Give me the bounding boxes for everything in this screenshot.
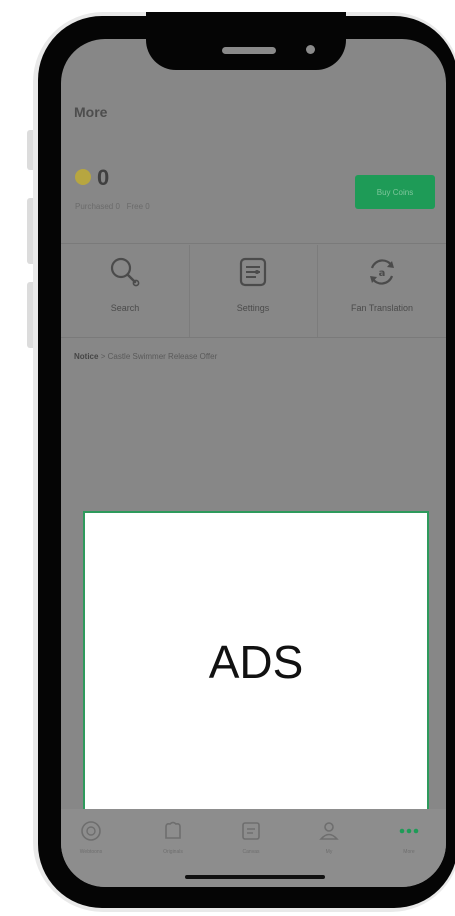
canvas-icon xyxy=(242,822,260,840)
notice-text: Castle Swimmer Release Offer xyxy=(107,352,218,361)
page-title: More xyxy=(74,104,108,120)
buy-coins-button[interactable]: Buy Coins xyxy=(355,175,435,209)
originals-icon xyxy=(165,821,181,839)
tool-label: Search xyxy=(110,303,140,313)
tab-label: My xyxy=(325,849,333,855)
front-camera xyxy=(306,45,315,54)
coin-icon xyxy=(75,169,91,185)
notice-bar[interactable]: Notice > Castle Swimmer Release Offer xyxy=(74,352,217,361)
webtoons-icon xyxy=(81,821,101,841)
purchased-coins-label: Purchased 0 xyxy=(75,202,120,211)
notice-label: Notice xyxy=(74,352,99,361)
tab-canvas[interactable]: Canvas xyxy=(221,819,281,855)
tab-webtoons[interactable]: Webtoons xyxy=(61,819,121,855)
more-dots-icon xyxy=(399,828,419,834)
coin-count: 0 xyxy=(97,165,110,190)
tool-settings[interactable]: Settings xyxy=(189,251,317,335)
profile-icon xyxy=(319,822,339,840)
divider xyxy=(61,337,446,338)
tab-label: More xyxy=(403,849,415,855)
chevron-right-icon: > xyxy=(100,352,106,361)
tool-label: Settings xyxy=(236,303,270,313)
coin-breakdown: Purchased 0 Free 0 xyxy=(75,202,150,211)
phone-screen: More 0 Purchased 0 Free 0 Buy Coins Sear… xyxy=(61,39,446,887)
free-coins-label: Free 0 xyxy=(126,202,150,211)
ad-banner[interactable]: ADS xyxy=(83,511,429,811)
speaker-grille xyxy=(222,47,276,54)
tab-label: Originals xyxy=(163,849,183,855)
tab-label: Canvas xyxy=(242,849,260,855)
tool-search[interactable]: Search xyxy=(61,251,189,335)
tab-originals[interactable]: Originals xyxy=(143,819,203,855)
tab-my[interactable]: My xyxy=(299,819,359,855)
tab-more[interactable]: More xyxy=(379,819,439,855)
svg-text:a: a xyxy=(379,268,386,279)
tab-label: Webtoons xyxy=(79,849,103,855)
translation-icon: a xyxy=(370,259,394,285)
tool-fan-translation[interactable]: a Fan Translation xyxy=(318,251,446,335)
divider xyxy=(61,243,446,244)
phone-notch xyxy=(146,12,346,70)
tool-label: Fan Translation xyxy=(350,303,414,313)
home-indicator[interactable] xyxy=(185,875,325,879)
settings-icon xyxy=(239,257,267,287)
search-icon xyxy=(110,257,140,287)
